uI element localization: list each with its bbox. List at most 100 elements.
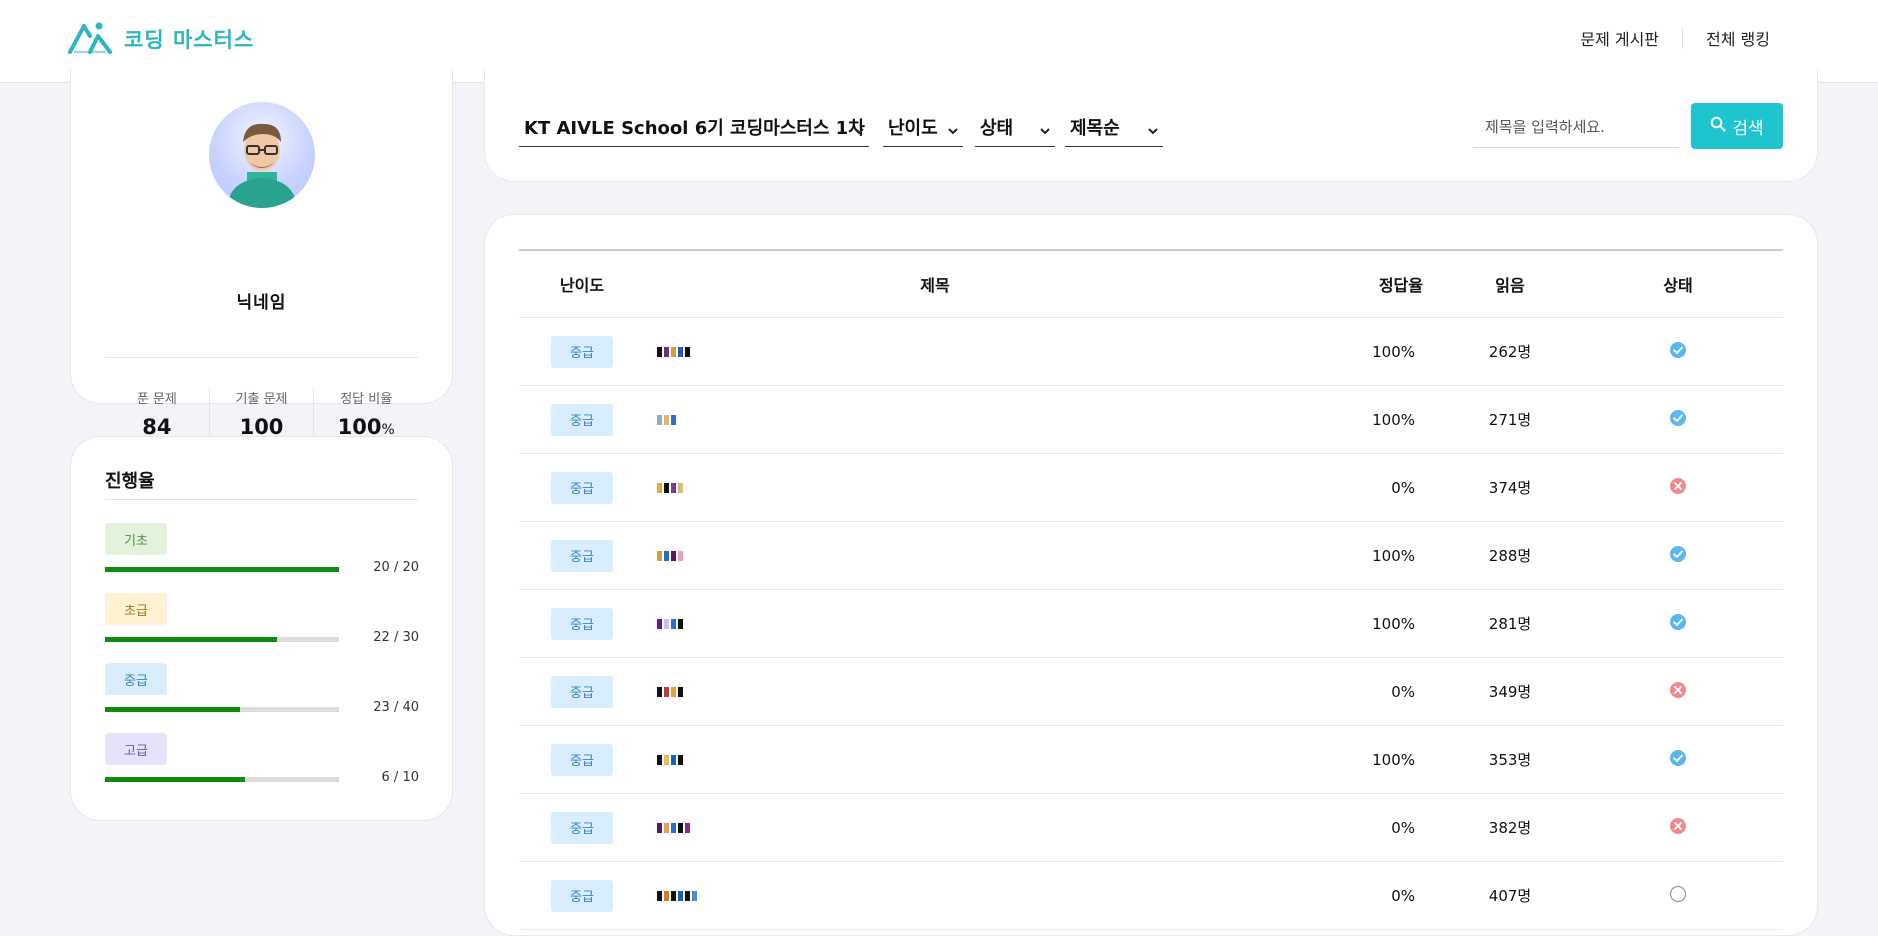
filter-bar: KT AIVLE School 6기 코딩마스터스 1차 난이도 상태 제목순 …: [484, 70, 1818, 182]
stat-label: 정답 비율: [340, 392, 393, 407]
cell-rate: 0%: [1391, 682, 1415, 701]
table-row[interactable]: 중급 0% 374명: [519, 454, 1783, 522]
progress-bar-fill: [105, 637, 277, 642]
cell-title[interactable]: [645, 343, 1225, 361]
table-header: 난이도 제목 정답율 읽음 상태: [519, 251, 1783, 318]
cell-title[interactable]: [645, 887, 1225, 905]
status-select-value: 상태: [980, 118, 1014, 139]
level-badge: 중급: [105, 663, 167, 695]
progress-count: 20 / 20: [373, 560, 419, 575]
difficulty-badge: 중급: [551, 607, 613, 640]
cell-status: [1573, 749, 1783, 771]
x-circle-icon: [1669, 681, 1687, 703]
progress-bar-fill: [105, 707, 240, 712]
nav-problem-board[interactable]: 문제 게시판: [1580, 26, 1659, 50]
check-circle-icon: [1669, 341, 1687, 363]
progress-divider: [105, 499, 418, 500]
x-circle-icon: [1669, 477, 1687, 499]
cell-rate: 100%: [1372, 342, 1415, 361]
cell-title[interactable]: [645, 479, 1225, 497]
col-status-header[interactable]: 상태: [1573, 272, 1783, 296]
progress-title: 진행율: [105, 471, 155, 492]
difficulty-badge: 중급: [551, 879, 613, 912]
col-rate-header[interactable]: 정답율: [1225, 272, 1447, 296]
stat-correct-ratio: 정답 비율 100%: [314, 388, 418, 439]
redacted-title: [657, 549, 683, 563]
check-circle-icon: [1669, 545, 1687, 567]
cell-rate: 0%: [1391, 818, 1415, 837]
problem-table-card: 난이도 제목 정답율 읽음 상태 중급 100% 262명 중급 100% 271명 중급 0…: [484, 214, 1818, 936]
brand-logo[interactable]: 코딩 마스터스: [68, 20, 254, 58]
cell-status: [1573, 817, 1783, 839]
cell-difficulty: 중급: [519, 471, 645, 504]
cell-title[interactable]: [645, 819, 1225, 837]
redacted-title: [657, 481, 683, 495]
stat-label: 기출 문제: [235, 392, 288, 407]
cell-status: [1573, 681, 1783, 703]
x-circle-icon: [1669, 817, 1687, 839]
redacted-title: [657, 413, 676, 427]
course-select-value: KT AIVLE School 6기 코딩마스터스 1차: [524, 118, 865, 139]
problem-table: 난이도 제목 정답율 읽음 상태 중급 100% 262명 중급 100% 271명 중급 0…: [519, 249, 1783, 930]
course-select[interactable]: KT AIVLE School 6기 코딩마스터스 1차: [519, 108, 869, 147]
table-row[interactable]: 중급 100% 262명: [519, 318, 1783, 386]
col-read-header[interactable]: 읽음: [1447, 272, 1573, 296]
stat-solved: 푼 문제 84: [105, 388, 210, 439]
table-row[interactable]: 중급 0% 382명: [519, 794, 1783, 862]
cell-difficulty: 중급: [519, 539, 645, 572]
cell-title[interactable]: [645, 683, 1225, 701]
cell-difficulty: 중급: [519, 879, 645, 912]
search-button[interactable]: 검색: [1691, 103, 1783, 149]
table-row[interactable]: 중급 100% 288명: [519, 522, 1783, 590]
cell-difficulty: 중급: [519, 403, 645, 436]
nav-divider: [1682, 27, 1684, 49]
difficulty-badge: 중급: [551, 675, 613, 708]
cell-read: 374명: [1488, 479, 1532, 497]
table-row[interactable]: 중급 0% 349명: [519, 658, 1783, 726]
cell-title[interactable]: [645, 547, 1225, 565]
search-input[interactable]: [1473, 106, 1679, 148]
cell-rate: 100%: [1372, 546, 1415, 565]
cell-rate: 100%: [1372, 410, 1415, 429]
cell-rate: 100%: [1372, 750, 1415, 769]
cell-read: 288명: [1488, 547, 1532, 565]
chevron-down-icon: [1039, 120, 1051, 141]
cell-status: [1573, 409, 1783, 431]
progress-bar-fill: [105, 567, 339, 572]
cell-rate: 0%: [1391, 886, 1415, 905]
check-circle-icon: [1669, 409, 1687, 431]
cell-read: 382명: [1488, 819, 1532, 837]
redacted-title: [657, 345, 690, 359]
brand-name: 코딩 마스터스: [124, 28, 255, 52]
search-button-label: 검색: [1732, 118, 1764, 139]
cell-status: [1573, 477, 1783, 499]
difficulty-badge: 중급: [551, 403, 613, 436]
table-row[interactable]: 중급 100% 281명: [519, 590, 1783, 658]
level-badge: 고급: [105, 733, 167, 765]
cell-title[interactable]: [645, 751, 1225, 769]
level-badge: 초급: [105, 593, 167, 625]
col-difficulty-header[interactable]: 난이도: [519, 272, 645, 296]
progress-row: 고급 6 / 10: [105, 733, 419, 789]
difficulty-select[interactable]: 난이도: [883, 108, 963, 147]
nav-ranking[interactable]: 전체 랭킹: [1706, 26, 1770, 50]
cell-status: [1573, 545, 1783, 567]
cell-status: [1573, 613, 1783, 635]
sort-select[interactable]: 제목순: [1065, 108, 1163, 147]
avatar: [209, 102, 315, 208]
cell-rate: 0%: [1391, 478, 1415, 497]
check-circle-icon: [1669, 749, 1687, 771]
stat-label: 푼 문제: [136, 392, 177, 407]
col-title-header[interactable]: 제목: [645, 272, 1225, 296]
table-row[interactable]: 중급 100% 271명: [519, 386, 1783, 454]
cell-title[interactable]: [645, 615, 1225, 633]
progress-bar: [105, 637, 339, 642]
cell-read: 407명: [1488, 887, 1532, 905]
cell-difficulty: 중급: [519, 335, 645, 368]
cell-title[interactable]: [645, 411, 1225, 429]
table-row[interactable]: 중급 100% 353명: [519, 726, 1783, 794]
cell-read: 353명: [1488, 751, 1532, 769]
progress-row: 초급 22 / 30: [105, 593, 419, 649]
status-select[interactable]: 상태: [975, 108, 1055, 147]
cell-status: [1573, 885, 1783, 907]
